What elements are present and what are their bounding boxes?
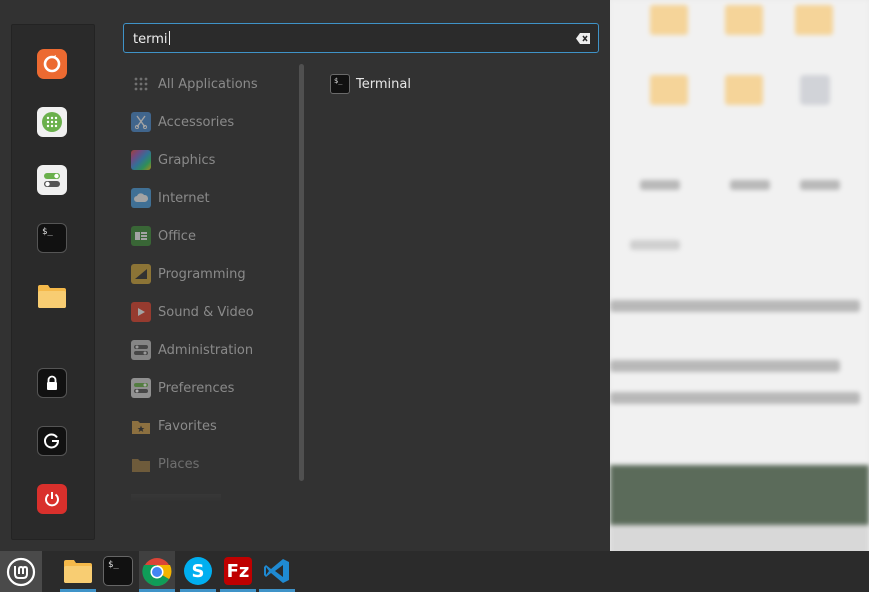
- taskbar-skype[interactable]: S: [180, 553, 216, 589]
- graphics-icon: [131, 150, 151, 170]
- category-internet[interactable]: Internet: [131, 187, 210, 209]
- clear-search-icon[interactable]: [576, 33, 590, 44]
- category-preferences[interactable]: Preferences: [131, 377, 234, 399]
- scissors-icon: [131, 112, 151, 132]
- filezilla-icon: Fz: [224, 557, 252, 585]
- administration-icon: [131, 340, 151, 360]
- grid-dots-icon: [42, 112, 62, 132]
- result-item-terminal[interactable]: $_ Terminal: [330, 73, 411, 95]
- category-programming[interactable]: Programming: [131, 263, 246, 285]
- skype-icon: S: [184, 557, 212, 585]
- category-label: Places: [158, 456, 200, 472]
- terminal-icon: $_: [330, 74, 350, 94]
- taskbar-vscode[interactable]: [259, 553, 295, 589]
- star-folder-icon: [131, 416, 151, 436]
- firefox-icon: [43, 55, 61, 73]
- category-scrollbar[interactable]: [299, 64, 304, 481]
- category-all-applications[interactable]: All Applications: [131, 73, 258, 95]
- terminal-icon: $_: [103, 556, 133, 586]
- power-icon: [45, 492, 59, 507]
- favorites-sidebar: $_: [11, 24, 95, 540]
- programming-icon: [131, 264, 151, 284]
- folder-icon: [131, 454, 151, 474]
- favorite-shutdown[interactable]: [37, 484, 67, 514]
- preferences-icon: [131, 378, 151, 398]
- logout-icon: [44, 433, 60, 449]
- category-sound-video[interactable]: Sound & Video: [131, 301, 254, 323]
- category-label: Office: [158, 228, 196, 244]
- folder-icon: [38, 285, 66, 308]
- chrome-icon: [142, 557, 172, 586]
- toggles-icon: [44, 173, 60, 187]
- category-label: Programming: [158, 266, 246, 282]
- vscode-icon: [264, 559, 289, 583]
- taskbar-chrome[interactable]: [139, 551, 175, 592]
- category-label: Accessories: [158, 114, 235, 130]
- category-label: All Applications: [158, 76, 258, 92]
- category-partial-item: [131, 494, 221, 502]
- favorite-firefox[interactable]: [37, 49, 67, 79]
- desktop-background: [610, 0, 869, 592]
- category-label: Graphics: [158, 152, 216, 168]
- application-menu: $_ termi All Applications Accessories Gr…: [0, 0, 610, 551]
- taskbar-files[interactable]: [60, 553, 96, 589]
- favorite-logout[interactable]: [37, 426, 67, 456]
- favorite-lock-screen[interactable]: [37, 368, 67, 398]
- category-label: Favorites: [158, 418, 217, 434]
- grid-icon: [131, 74, 151, 94]
- category-label: Administration: [158, 342, 254, 358]
- category-label: Preferences: [158, 380, 235, 396]
- favorite-files[interactable]: [37, 281, 67, 311]
- category-accessories[interactable]: Accessories: [131, 111, 234, 133]
- category-places[interactable]: Places: [131, 453, 199, 475]
- terminal-icon: $_: [42, 227, 53, 237]
- category-label: Sound & Video: [158, 304, 254, 320]
- taskbar-terminal[interactable]: $_: [100, 553, 136, 589]
- favorite-terminal[interactable]: $_: [37, 223, 67, 253]
- category-administration[interactable]: Administration: [131, 339, 253, 361]
- favorite-software-manager[interactable]: [37, 107, 67, 137]
- taskbar-menu-button[interactable]: [0, 551, 42, 592]
- search-query[interactable]: termi: [133, 31, 170, 47]
- cloud-icon: [131, 188, 151, 208]
- folder-icon: [64, 560, 92, 583]
- favorite-system-settings[interactable]: [37, 165, 67, 195]
- category-office[interactable]: Office: [131, 225, 196, 247]
- category-graphics[interactable]: Graphics: [131, 149, 215, 171]
- result-label: Terminal: [356, 76, 411, 92]
- category-label: Internet: [158, 190, 210, 206]
- office-icon: [131, 226, 151, 246]
- category-favorites[interactable]: Favorites: [131, 415, 217, 437]
- search-input[interactable]: termi: [123, 23, 599, 53]
- taskbar-filezilla[interactable]: Fz: [220, 553, 256, 589]
- lock-icon: [47, 375, 57, 390]
- mint-logo-icon: [6, 557, 36, 586]
- play-icon: [131, 302, 151, 322]
